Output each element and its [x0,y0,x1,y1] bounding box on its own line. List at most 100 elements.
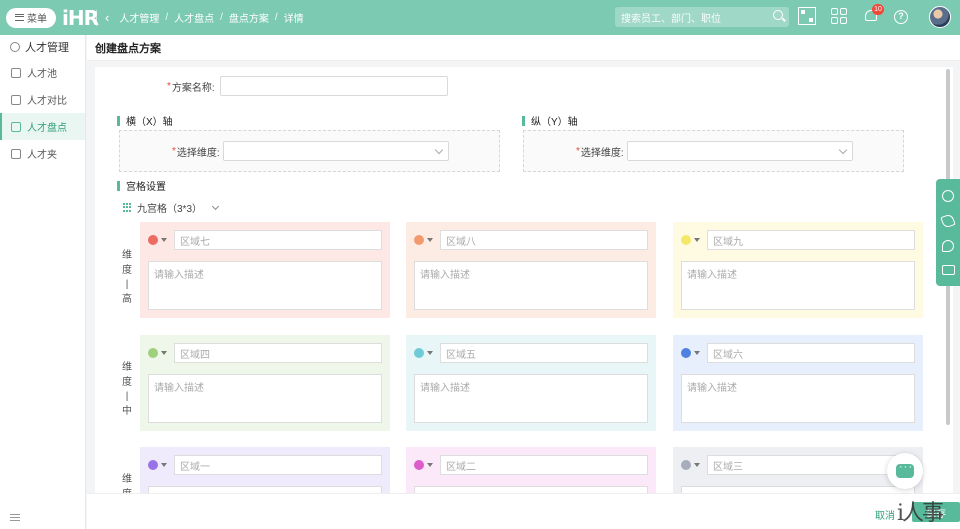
color-dot-icon[interactable] [414,460,424,470]
region-name-placeholder: 区域三 [713,461,743,473]
grid-section-title: 宫格设置 [126,182,166,193]
floating-toolbar [936,179,960,286]
bell-icon[interactable]: 10 [862,4,884,25]
watermark-logo: i人事 [897,501,944,526]
phone-icon[interactable] [940,213,956,229]
y-axis-section: 纵（Y）轴 [522,113,578,128]
notification-badge: 10 [872,4,884,15]
search-icon[interactable] [773,10,783,20]
menu-button[interactable]: 菜单 [6,7,56,28]
section-marker [117,115,120,126]
region-name-input[interactable]: 区域一 [174,455,382,475]
breadcrumb-item[interactable]: 人才管理 [119,10,159,25]
app-logo[interactable]: iHR [62,7,99,29]
region-description-input[interactable]: 请输入描述 [148,261,382,310]
compare-icon [11,94,21,105]
caret-down-icon[interactable] [694,351,700,355]
color-dot-icon[interactable] [681,348,691,358]
caret-down-icon[interactable] [427,351,433,355]
caret-down-icon[interactable] [161,463,167,467]
x-dimension-select[interactable] [222,141,449,161]
color-dot-icon[interactable] [681,460,691,470]
breadcrumb-item[interactable]: 盘点方案 [229,10,269,25]
region-name-input[interactable]: 区域九 [707,230,915,250]
sidebar-item-talent-inventory[interactable]: 人才盘点 [0,113,85,140]
y-axis-box: * 选择维度: [523,130,904,172]
color-dot-icon[interactable] [681,235,691,245]
search-input[interactable]: 搜索员工、部门、职位 [615,7,789,27]
customer-service-button[interactable] [887,453,923,489]
sidebar-item-talent-pool[interactable]: 人才池 [0,59,85,86]
x-axis-section: 横（X）轴 [117,113,173,128]
sidebar-item-talent-compare[interactable]: 人才对比 [0,86,85,113]
description-placeholder: 请输入描述 [687,270,737,281]
grid-type-select[interactable]: 九宫格（3*3） [123,200,220,215]
chat-icon[interactable] [942,189,954,202]
region-description-input[interactable]: 请输入描述 [148,374,382,423]
row-label-mid: 维度 | 中 [122,362,132,417]
chevron-left-icon[interactable]: ‹ [105,10,109,25]
color-dot-icon[interactable] [148,235,158,245]
plan-name-input[interactable] [219,76,448,96]
wechat-icon[interactable] [942,240,954,253]
description-placeholder: 请输入描述 [687,383,737,394]
region-name-input[interactable]: 区域六 [707,343,915,363]
grid-cell: 区域四请输入描述 [140,335,390,431]
caret-down-icon[interactable] [427,238,433,242]
top-icons: 10 ? [798,4,908,25]
region-name-placeholder: 区域八 [446,236,476,248]
region-name-input[interactable]: 区域四 [174,343,382,363]
description-placeholder: 请输入描述 [154,270,204,281]
avatar[interactable] [929,6,951,28]
region-description-input[interactable]: 请输入描述 [414,261,648,310]
chevron-down-icon [211,202,220,210]
region-description-input[interactable]: 请输入描述 [681,374,915,423]
description-placeholder: 请输入描述 [420,383,470,394]
qrcode-icon[interactable] [798,7,816,25]
region-description-input[interactable]: 请输入描述 [414,374,648,423]
sidebar-item-talent-folder[interactable]: 人才夹 [0,140,85,167]
region-name-input[interactable]: 区域七 [174,230,382,250]
caret-down-icon[interactable] [427,463,433,467]
caret-down-icon[interactable] [694,463,700,467]
row-label-high: 维度 | 高 [122,250,132,305]
grid-cell: 区域八请输入描述 [406,222,656,318]
caret-down-icon[interactable] [161,351,167,355]
grid-cell: 区域三请输入描述 [673,447,923,493]
region-description-input[interactable]: 请输入描述 [681,261,915,310]
caret-down-icon[interactable] [161,238,167,242]
region-description-input[interactable]: 请输入描述 [414,486,648,493]
region-name-input[interactable]: 区域三 [707,455,915,475]
mail-icon[interactable] [941,265,955,276]
color-dot-icon[interactable] [148,348,158,358]
help-icon[interactable]: ? [894,10,908,24]
region-name-placeholder: 区域九 [713,236,743,248]
region-description-input[interactable]: 请输入描述 [681,486,915,493]
color-dot-icon[interactable] [414,348,424,358]
y-dimension-select[interactable] [626,141,853,161]
sidebar-header-label: 人才管理 [25,42,69,54]
user-pool-icon [11,67,21,78]
region-description-input[interactable]: 请输入描述 [148,486,382,493]
region-name-input[interactable]: 区域八 [440,230,648,250]
grid-type-label: 九宫格（3*3） [137,204,203,215]
apps-icon[interactable] [830,7,848,25]
section-marker [117,180,120,191]
region-name-input[interactable]: 区域二 [440,455,648,475]
breadcrumb-separator: / [165,12,169,23]
breadcrumb-separator: / [220,12,223,23]
caret-down-icon[interactable] [694,238,700,242]
y-dimension-label: 选择维度: [580,147,624,159]
cancel-button[interactable]: 取消 [875,507,895,522]
footer-bar: 取消 保存 [87,493,960,529]
chevron-down-icon [434,145,443,155]
color-dot-icon[interactable] [414,235,424,245]
breadcrumb: 人才管理 / 人才盘点 / 盘点方案 / 详情 [119,10,303,25]
region-name-input[interactable]: 区域五 [440,343,648,363]
inventory-icon [11,121,21,132]
breadcrumb-item[interactable]: 人才盘点 [174,10,214,25]
color-dot-icon[interactable] [148,460,158,470]
collapse-sidebar-icon[interactable] [10,514,20,521]
folder-icon [11,148,21,159]
grid-cell: 区域七请输入描述 [140,222,390,318]
